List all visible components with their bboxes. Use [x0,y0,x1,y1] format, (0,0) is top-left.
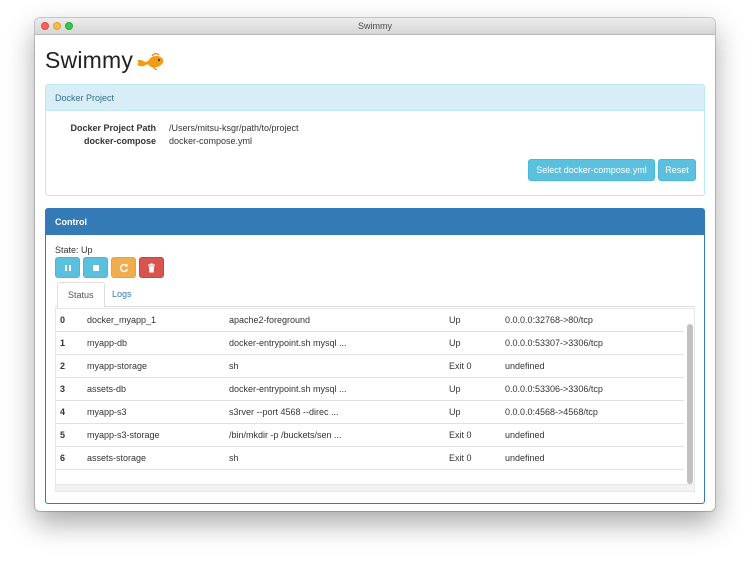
state-text: State: Up [55,245,93,255]
window-title: Swimmy [358,21,392,31]
container-state: Exit 0 [449,430,472,440]
table-row[interactable]: 5 myapp-s3-storage /bin/mkdir -p /bucket… [56,424,684,447]
stop-icon [92,264,99,271]
tab-bar: Status Logs [55,282,695,308]
container-state: Up [449,384,461,394]
container-state: Exit 0 [449,361,472,371]
container-ports: 0.0.0.0:53306->3306/tcp [505,384,603,394]
delete-button[interactable] [139,257,164,278]
row-index: 0 [60,315,66,325]
status-table: 0 docker_myapp_1 apache2-foreground Up 0… [55,308,695,492]
container-state: Up [449,315,461,325]
container-command: docker-entrypoint.sh mysql ... [229,338,347,348]
container-name: myapp-storage [87,361,148,371]
vertical-scrollbar[interactable] [687,324,693,484]
project-path-label: Docker Project Path [70,123,156,133]
stop-button[interactable] [83,257,108,278]
pause-button[interactable] [55,257,80,278]
row-index: 5 [60,430,66,440]
restart-button[interactable] [111,257,136,278]
minimize-window-button[interactable] [53,22,61,30]
restart-icon [119,263,128,272]
window-controls [41,22,73,30]
trash-icon [148,262,155,272]
table-row[interactable]: 2 myapp-storage sh Exit 0 undefined [56,355,684,378]
horizontal-scrollbar[interactable] [56,484,694,491]
logo-text: Swimmy [45,47,134,73]
tab-logs[interactable]: Logs [102,282,142,307]
container-ports: 0.0.0.0:4568->4568/tcp [505,407,598,417]
docker-project-panel: Docker Project Docker Project Path /User… [45,84,705,196]
container-ports: undefined [505,453,545,463]
container-name: myapp-s3-storage [87,430,160,440]
container-ports: undefined [505,361,545,371]
container-state: Up [449,338,461,348]
control-heading: Control [46,209,704,235]
app-window: Swimmy Swimmy Docker Project Docker Proj… [35,18,715,511]
container-name: docker_myapp_1 [87,315,157,325]
title-bar[interactable]: Swimmy [35,18,715,35]
container-name: assets-db [87,384,127,394]
container-ports: undefined [505,430,545,440]
container-name: myapp-db [87,338,128,348]
container-ports: 0.0.0.0:53307->3306/tcp [505,338,603,348]
container-command: sh [229,361,239,371]
zoom-window-button[interactable] [65,22,73,30]
table-row[interactable]: 0 docker_myapp_1 apache2-foreground Up 0… [56,309,684,332]
row-index: 3 [60,384,66,394]
container-state: Up [449,407,461,417]
pause-icon [64,264,71,271]
compose-label: docker-compose [83,136,156,146]
project-path-value: /Users/mitsu-ksgr/path/to/project [169,123,299,133]
container-command: /bin/mkdir -p /buckets/sen ... [229,430,342,440]
container-command: s3rver --port 4568 --direc ... [229,407,339,417]
container-name: assets-storage [87,453,147,463]
container-ports: 0.0.0.0:32768->80/tcp [505,315,593,325]
compose-value: docker-compose.yml [169,136,253,146]
table-row[interactable]: 6 assets-storage sh Exit 0 undefined [56,447,684,470]
container-state: Exit 0 [449,453,472,463]
table-row[interactable]: 1 myapp-db docker-entrypoint.sh mysql ..… [56,332,684,355]
container-command: docker-entrypoint.sh mysql ... [229,384,347,394]
row-index: 4 [60,407,66,417]
container-command: sh [229,453,239,463]
row-index: 6 [60,453,66,463]
container-name: myapp-s3 [87,407,127,417]
close-window-button[interactable] [41,22,49,30]
control-panel: Control State: Up Status Logs 0 docker_m… [45,208,705,504]
table-row[interactable]: 3 assets-db docker-entrypoint.sh mysql .… [56,378,684,401]
goldfish-icon [137,52,164,70]
app-content: Swimmy Docker Project Docker Project Pat… [35,35,715,511]
select-compose-button[interactable]: Select docker-compose.yml [528,159,655,181]
row-index: 2 [60,361,66,371]
table-row[interactable]: 4 myapp-s3 s3rver --port 4568 --direc ..… [56,401,684,424]
docker-project-heading: Docker Project [46,85,704,111]
reset-button[interactable]: Reset [658,159,696,181]
tab-status[interactable]: Status [57,282,105,308]
app-logo: Swimmy [45,47,165,74]
container-command: apache2-foreground [229,315,311,325]
row-index: 1 [60,338,66,348]
